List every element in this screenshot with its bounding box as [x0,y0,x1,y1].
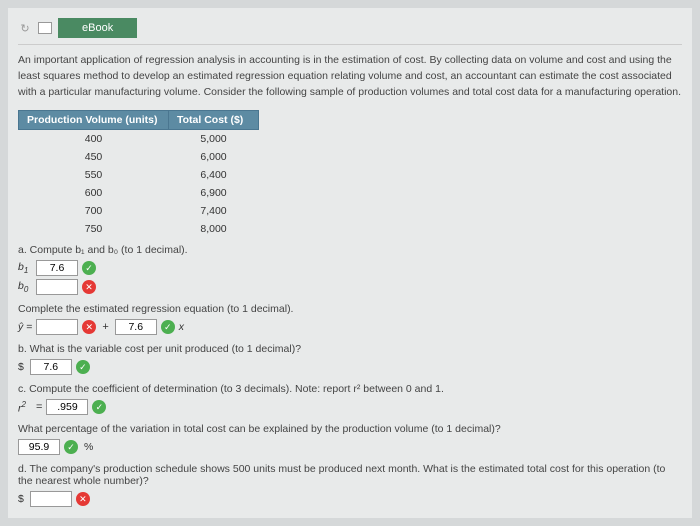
question-c: c. Compute the coefficient of determinat… [18,383,682,395]
cross-icon: ✕ [82,280,96,294]
col-header-volume: Production Volume (units) [19,111,169,130]
answer-d: $ ✕ [18,491,682,507]
cross-icon: ✕ [82,320,96,334]
b0-label: b0 [18,280,32,294]
question-cpct: What percentage of the variation in tota… [18,423,682,435]
question-b: b. What is the variable cost per unit pr… [18,343,682,355]
ebook-icon [38,22,52,34]
r2-input[interactable] [46,399,88,415]
b1-label: b1 [18,261,32,275]
check-icon: ✓ [76,360,90,374]
header-bar: ↻ eBook [18,16,682,45]
pct-sign: % [84,441,93,453]
table-row: 4506,000 [19,148,259,166]
answer-c: r2 = ✓ [18,399,682,415]
x-label: x [179,321,184,333]
check-icon: ✓ [82,261,96,275]
cross-icon: ✕ [76,492,90,506]
estcost-input[interactable] [30,491,72,507]
check-icon: ✓ [92,400,106,414]
pct-input[interactable] [18,439,60,455]
assignment-container: ↻ eBook An important application of regr… [8,8,692,518]
plus-sign: + [100,321,110,333]
refresh-icon[interactable]: ↻ [18,21,32,35]
question-a: a. Compute b₁ and b₀ (to 1 decimal). [18,244,682,256]
r2-label: r2 [18,400,32,415]
equals-sign: = [36,401,42,413]
intro-text: An important application of regression a… [18,53,682,100]
check-icon: ✓ [161,320,175,334]
answer-b0: b0 ✕ [18,279,682,295]
b0-input[interactable] [36,279,78,295]
table-row: 4005,000 [19,130,259,149]
slope-input[interactable] [115,319,157,335]
varcost-input[interactable] [30,359,72,375]
check-icon: ✓ [64,440,78,454]
b1-input[interactable] [36,260,78,276]
ebook-button[interactable]: eBook [58,18,137,38]
question-d: d. The company's production schedule sho… [18,463,682,487]
answer-b: $ ✓ [18,359,682,375]
dollar-sign: $ [18,493,24,505]
data-table: Production Volume (units) Total Cost ($)… [18,110,259,238]
col-header-cost: Total Cost ($) [169,111,259,130]
answer-equation: ŷ = ✕ + ✓ x [18,319,682,335]
ebook-label: eBook [82,22,113,34]
answer-cpct: ✓ % [18,439,682,455]
table-row: 5506,400 [19,166,259,184]
table-row: 7508,000 [19,220,259,238]
answer-b1: b1 ✓ [18,260,682,276]
intercept-input[interactable] [36,319,78,335]
table-row: 6006,900 [19,184,259,202]
question-complete: Complete the estimated regression equati… [18,303,682,315]
table-row: 7007,400 [19,202,259,220]
yhat-label: ŷ = [18,321,32,333]
dollar-sign: $ [18,361,24,373]
